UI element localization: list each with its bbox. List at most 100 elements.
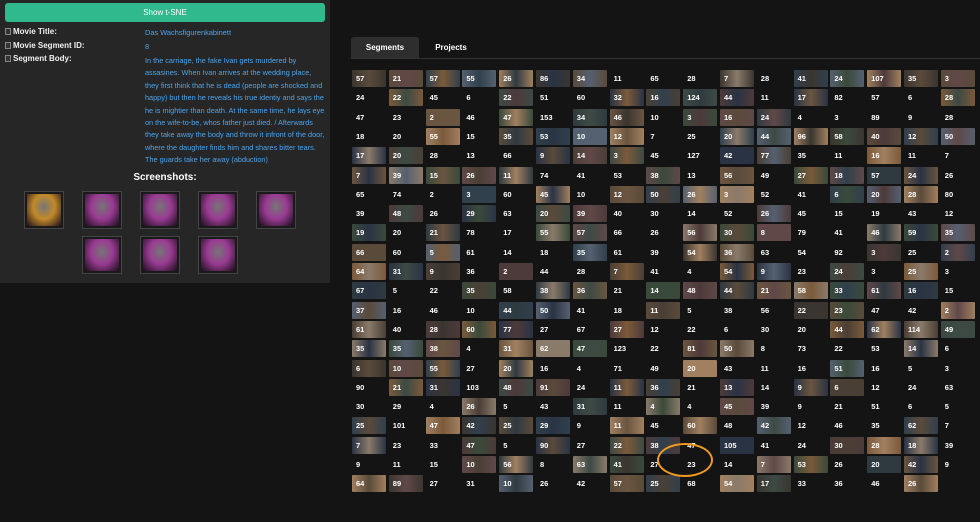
segment-item[interactable]: 35 <box>572 243 607 261</box>
segment-item[interactable]: 30 <box>757 321 791 338</box>
segment-item[interactable]: 31 <box>499 340 534 358</box>
segment-item[interactable]: 28 <box>757 70 791 87</box>
segment-item[interactable]: 61 <box>462 244 496 261</box>
segment-item[interactable]: 24 <box>756 108 791 126</box>
segment-item[interactable]: 12 <box>941 205 975 222</box>
segment-item[interactable]: 27 <box>609 320 644 338</box>
segment-item[interactable]: 57 <box>867 166 902 184</box>
segment-item[interactable]: 39 <box>941 437 975 454</box>
segment-item[interactable]: 34 <box>572 70 607 87</box>
segment-item[interactable]: 96 <box>793 127 828 145</box>
segment-item[interactable]: 6 <box>830 185 865 203</box>
segment-item[interactable]: 89 <box>388 475 423 493</box>
segment-item[interactable]: 2 <box>426 186 460 203</box>
segment-item[interactable]: 4 <box>646 398 681 416</box>
segment-item[interactable]: 64 <box>352 263 386 280</box>
segment-item[interactable]: 16 <box>794 360 828 377</box>
screenshot-thumbnail[interactable] <box>82 191 122 229</box>
segment-item[interactable]: 29 <box>536 417 570 435</box>
segment-item[interactable]: 42 <box>904 302 938 319</box>
segment-item[interactable]: 44 <box>830 320 865 338</box>
segment-item[interactable]: 6 <box>830 378 865 396</box>
segment-item[interactable]: 15 <box>425 166 460 184</box>
segment-item[interactable]: 57 <box>352 70 386 87</box>
segment-item[interactable]: 26 <box>462 398 497 416</box>
segment-item[interactable]: 30 <box>646 205 680 222</box>
segment-item[interactable]: 27 <box>573 437 607 454</box>
segment-item[interactable]: 26 <box>830 456 864 473</box>
segment-item[interactable]: 43 <box>536 398 570 415</box>
segment-item[interactable]: 4 <box>462 340 496 357</box>
segment-item[interactable]: 7 <box>352 166 386 184</box>
segment-item[interactable]: 10 <box>646 109 680 126</box>
segment-item[interactable]: 26 <box>904 475 938 493</box>
segment-item[interactable]: 16 <box>536 360 570 377</box>
segment-item[interactable]: 18 <box>830 166 865 184</box>
segment-item[interactable]: 52 <box>757 186 791 203</box>
segment-item[interactable]: 38 <box>646 436 681 454</box>
segment-item[interactable]: 41 <box>757 437 791 454</box>
segment-item[interactable]: 41 <box>793 70 828 87</box>
segment-item[interactable]: 17 <box>352 147 386 165</box>
segment-item[interactable]: 35 <box>499 127 534 145</box>
segment-item[interactable]: 46 <box>830 417 864 434</box>
segment-item[interactable]: 21 <box>610 282 644 299</box>
segment-item[interactable]: 22 <box>683 321 717 338</box>
segment-item[interactable]: 34 <box>572 108 607 126</box>
segment-item[interactable]: 10 <box>573 186 607 203</box>
segment-item[interactable]: 14 <box>572 147 607 165</box>
segment-item[interactable]: 92 <box>830 244 864 261</box>
segment-item[interactable]: 9 <box>756 263 791 280</box>
segment-item[interactable]: 16 <box>389 302 423 319</box>
segment-item[interactable]: 54 <box>720 475 754 493</box>
segment-item[interactable]: 6 <box>352 359 386 377</box>
segment-item[interactable]: 28 <box>904 185 938 203</box>
segment-item[interactable]: 56 <box>683 224 718 242</box>
segment-item[interactable]: 2 <box>499 263 534 280</box>
segment-item[interactable]: 47 <box>425 417 460 435</box>
screenshot-thumbnail[interactable] <box>256 191 296 229</box>
segment-item[interactable]: 63 <box>499 205 533 222</box>
segment-item[interactable]: 66 <box>352 243 386 261</box>
segment-item[interactable]: 11 <box>610 70 644 87</box>
segment-item[interactable]: 25 <box>352 417 386 435</box>
segment-item[interactable]: 47 <box>499 108 534 126</box>
segment-item[interactable]: 2 <box>940 301 975 319</box>
segment-item[interactable]: 4 <box>683 398 717 415</box>
segment-item[interactable]: 47 <box>683 437 717 454</box>
segment-item[interactable]: 10 <box>572 127 607 145</box>
segment-item[interactable]: 24 <box>830 70 865 87</box>
segment-item[interactable]: 20 <box>794 321 828 338</box>
segment-item[interactable]: 27 <box>536 321 570 338</box>
segment-item[interactable]: 67 <box>352 282 386 300</box>
tab-projects[interactable]: Projects <box>419 37 483 58</box>
segment-item[interactable]: 61 <box>352 320 386 338</box>
segment-item[interactable]: 6 <box>720 321 754 338</box>
segment-item[interactable]: 7 <box>756 456 791 473</box>
segment-item[interactable]: 124 <box>683 89 718 107</box>
segment-item[interactable]: 22 <box>499 89 534 107</box>
segment-item[interactable]: 6 <box>904 89 938 106</box>
segment-item[interactable]: 3 <box>867 263 901 280</box>
segment-item[interactable]: 12 <box>867 379 901 396</box>
segment-item[interactable]: 45 <box>646 417 680 434</box>
segment-item[interactable]: 15 <box>426 456 460 473</box>
segment-item[interactable]: 71 <box>610 360 644 377</box>
segment-item[interactable]: 46 <box>867 475 901 492</box>
segment-item[interactable]: 3 <box>830 109 864 126</box>
segment-item[interactable]: 39 <box>388 166 423 184</box>
segment-item[interactable]: 25 <box>683 128 717 145</box>
segment-item[interactable]: 12 <box>609 127 644 145</box>
segment-item[interactable]: 35 <box>352 340 386 358</box>
segment-item[interactable]: 28 <box>683 70 717 87</box>
segment-item[interactable]: 55 <box>425 359 460 377</box>
segment-item[interactable]: 114 <box>904 320 938 338</box>
segment-item[interactable]: 20 <box>499 359 534 377</box>
segment-item[interactable]: 10 <box>388 359 423 377</box>
segment-item[interactable]: 45 <box>646 147 680 164</box>
segment-item[interactable]: 7 <box>720 70 754 87</box>
show-tsne-button[interactable]: Show t-SNE <box>5 3 325 22</box>
segment-item[interactable]: 7 <box>646 128 680 145</box>
segment-item[interactable]: 47 <box>572 340 607 358</box>
segment-item[interactable]: 27 <box>793 166 828 184</box>
